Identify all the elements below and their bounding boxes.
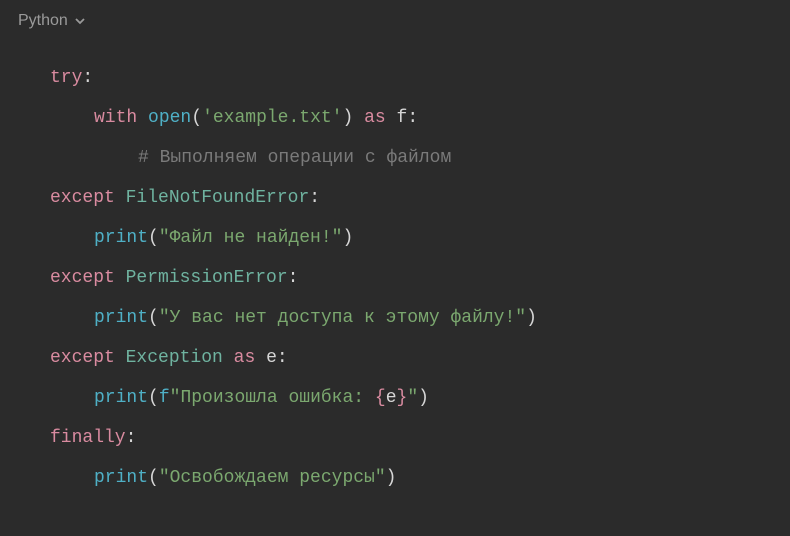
keyword-except: except [50,348,115,368]
comment: # Выполняем операции с файлом [138,148,451,168]
colon: : [82,68,93,88]
colon: : [407,108,418,128]
string-literal: " [407,388,418,408]
paren-close: ) [342,228,353,248]
keyword-except: except [50,268,115,288]
code-line: except PermissionError: [50,258,790,298]
paren-open: ( [191,108,202,128]
code-line: # Выполняем операции с файлом [50,138,790,178]
code-content[interactable]: try: with open('example.txt') as f: # Вы… [0,40,790,498]
function-print: print [94,388,148,408]
variable-f: f [397,108,408,128]
colon: : [277,348,288,368]
paren-close: ) [526,308,537,328]
paren-open: ( [148,468,159,488]
string-literal: "Освобождаем ресурсы" [159,468,386,488]
function-open: open [148,108,191,128]
keyword-as: as [223,348,266,368]
paren-open: ( [148,228,159,248]
variable-e: e [386,388,397,408]
code-line: try: [50,58,790,98]
fstring-prefix: f [159,388,170,408]
code-line: finally: [50,418,790,458]
code-line: print("У вас нет доступа к этому файлу!"… [50,298,790,338]
paren-open: ( [148,308,159,328]
colon: : [288,268,299,288]
keyword-except: except [50,188,115,208]
chevron-down-icon [74,15,86,27]
class-permissionerror: PermissionError [126,268,288,288]
string-literal: "У вас нет доступа к этому файлу!" [159,308,526,328]
function-print: print [94,468,148,488]
string-literal: 'example.txt' [202,108,342,128]
string-literal: "Файл не найден!" [159,228,343,248]
paren-close: ) [418,388,429,408]
code-editor: Python try: with open('example.txt') as … [0,0,790,536]
paren-close: ) [386,468,397,488]
keyword-with: with [94,108,137,128]
function-print: print [94,228,148,248]
paren-close: ) [343,108,354,128]
keyword-try: try [50,68,82,88]
paren-open: ( [148,388,159,408]
language-selector[interactable]: Python [0,0,790,40]
code-line: print("Освобождаем ресурсы") [50,458,790,498]
brace-close: } [397,388,408,408]
string-literal: "Произошла ошибка: [170,388,375,408]
language-label: Python [18,12,68,30]
colon: : [309,188,320,208]
function-print: print [94,308,148,328]
code-line: except FileNotFoundError: [50,178,790,218]
brace-open: { [375,388,386,408]
code-line: print(f"Произошла ошибка: {e}") [50,378,790,418]
code-line: print("Файл не найден!") [50,218,790,258]
keyword-as: as [353,108,396,128]
variable-e: e [266,348,277,368]
colon: : [126,428,137,448]
code-line: except Exception as e: [50,338,790,378]
keyword-finally: finally [50,428,126,448]
class-filenotfounderror: FileNotFoundError [126,188,310,208]
code-line: with open('example.txt') as f: [50,98,790,138]
class-exception: Exception [126,348,223,368]
